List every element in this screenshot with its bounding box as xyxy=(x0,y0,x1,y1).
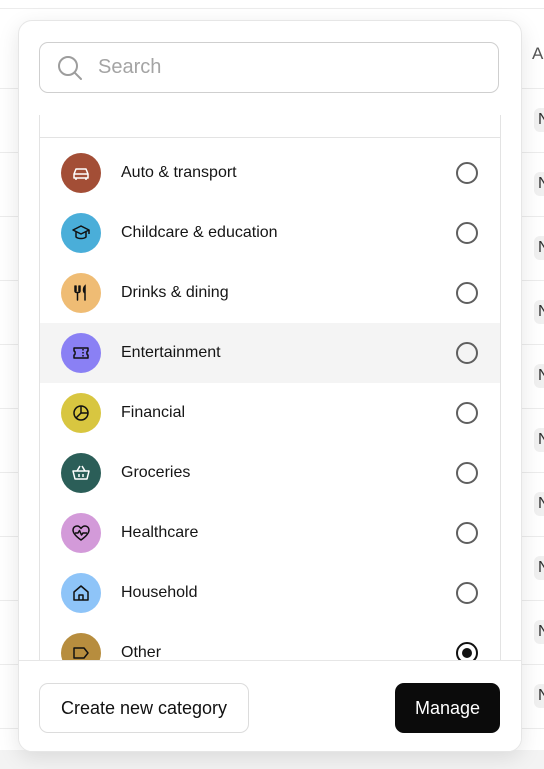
row-chip: N xyxy=(534,620,544,644)
row-chip: N xyxy=(534,556,544,580)
category-avatar xyxy=(61,573,101,613)
category-label: Entertainment xyxy=(121,344,221,361)
pie-chart-icon xyxy=(73,405,89,421)
row-chip: N xyxy=(534,428,544,452)
search-box[interactable] xyxy=(39,42,499,93)
category-avatar xyxy=(61,633,101,660)
category-row-financial[interactable]: Financial xyxy=(40,383,500,443)
category-row-auto-transport[interactable]: Auto & transport xyxy=(40,143,500,203)
category-label: Other xyxy=(121,644,162,660)
category-avatar xyxy=(61,453,101,493)
category-radio[interactable] xyxy=(456,642,478,660)
category-radio[interactable] xyxy=(456,162,478,184)
heart-pulse-icon xyxy=(72,525,90,541)
category-label: Drinks & dining xyxy=(121,284,229,301)
category-radio[interactable] xyxy=(456,342,478,364)
row-chip: N xyxy=(534,108,544,132)
category-radio[interactable] xyxy=(456,522,478,544)
category-radio[interactable] xyxy=(456,282,478,304)
category-radio[interactable] xyxy=(456,582,478,604)
fork-knife-icon xyxy=(74,284,86,301)
category-avatar xyxy=(61,273,101,313)
category-picker-popover: Auto & transport Childcare & education xyxy=(18,20,522,752)
row-chip: N xyxy=(534,364,544,388)
category-avatar xyxy=(61,393,101,433)
category-label: Healthcare xyxy=(121,524,199,541)
create-new-category-button[interactable]: Create new category xyxy=(39,683,249,733)
car-icon xyxy=(73,168,89,180)
category-row-entertainment[interactable]: Entertainment xyxy=(40,323,500,383)
row-chip: N xyxy=(534,236,544,260)
category-label: Groceries xyxy=(121,464,191,481)
category-label: Financial xyxy=(121,404,186,421)
table-footer xyxy=(0,750,544,769)
house-icon xyxy=(73,585,89,601)
search-input[interactable] xyxy=(96,55,470,80)
basket-icon xyxy=(72,465,90,480)
category-row-drinks-dining[interactable]: Drinks & dining xyxy=(40,263,500,323)
category-avatar xyxy=(61,333,101,373)
ticket-icon xyxy=(73,347,89,359)
graduation-cap-icon xyxy=(72,225,90,240)
row-chip: N xyxy=(534,492,544,516)
manage-button[interactable]: Manage xyxy=(395,683,500,733)
category-label: Household xyxy=(121,584,198,601)
category-list[interactable]: Auto & transport Childcare & education D… xyxy=(39,115,501,660)
row-chip: N xyxy=(534,684,544,708)
category-row-household[interactable]: Household xyxy=(40,563,500,623)
category-radio[interactable] xyxy=(456,222,478,244)
category-radio[interactable] xyxy=(456,402,478,424)
category-avatar xyxy=(61,213,101,253)
category-radio[interactable] xyxy=(456,462,478,484)
column-header: A xyxy=(532,44,544,63)
category-label: Auto & transport xyxy=(121,164,237,181)
row-chip: N xyxy=(534,300,544,324)
category-label: Childcare & education xyxy=(121,224,278,241)
category-row-other[interactable]: Other xyxy=(40,623,500,660)
row-chip: N xyxy=(534,172,544,196)
search-icon xyxy=(58,55,82,80)
popover-footer: Create new category Manage xyxy=(19,660,521,751)
list-divider xyxy=(40,137,500,138)
category-avatar xyxy=(61,153,101,193)
tag-icon xyxy=(73,647,89,659)
category-row-groceries[interactable]: Groceries xyxy=(40,443,500,503)
category-avatar xyxy=(61,513,101,553)
category-row-healthcare[interactable]: Healthcare xyxy=(40,503,500,563)
table-divider xyxy=(0,8,544,9)
category-row-childcare-education[interactable]: Childcare & education xyxy=(40,203,500,263)
